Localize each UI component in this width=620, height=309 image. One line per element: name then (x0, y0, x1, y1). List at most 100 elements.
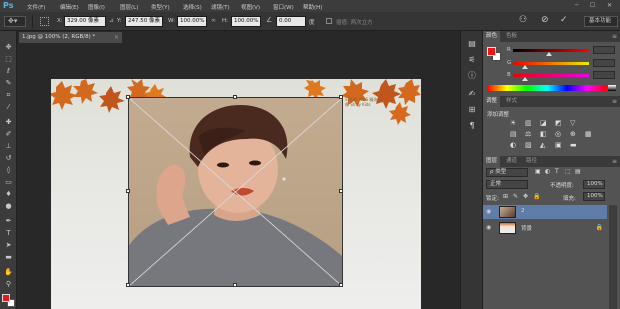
clone-stamp-icon[interactable]: ⊥ (3, 142, 14, 151)
blend-mode-select[interactable]: 正常 (486, 180, 528, 189)
exposure-icon[interactable]: ◩ (555, 119, 562, 127)
warp-mode-icon[interactable]: ⚇ (519, 15, 527, 25)
tab-channels[interactable]: 通道 (503, 156, 520, 167)
color-fg-swatch[interactable] (487, 47, 496, 56)
eyedropper-tool-icon[interactable]: ⁄ (3, 103, 14, 112)
transform-handle-top[interactable] (233, 95, 237, 99)
levels-icon[interactable]: ▥ (525, 119, 532, 127)
color-spectrum-bar[interactable] (487, 85, 607, 91)
invert-icon[interactable]: ◐ (510, 141, 516, 149)
lock-transparent-icon[interactable]: ⊞ (503, 193, 508, 200)
gradient-tool-icon[interactable]: ▭ (3, 178, 14, 187)
blue-slider-thumb[interactable] (522, 77, 528, 81)
brush-tool-icon[interactable]: ✐ (3, 130, 14, 139)
zoom-tool-icon[interactable]: ⚲ (3, 280, 14, 289)
crop-tool-icon[interactable]: ⌗ (3, 91, 14, 100)
color-lookup-icon[interactable]: ▦ (585, 130, 592, 138)
tab-layers[interactable]: 图层 (483, 156, 501, 167)
blue-value-field[interactable] (593, 71, 615, 79)
menu-view[interactable]: 视图(V) (241, 3, 260, 11)
transform-handle-bottom-right[interactable] (339, 283, 343, 287)
filter-shape-icon[interactable]: ⬚ (565, 168, 571, 175)
healing-brush-icon[interactable]: ✚ (3, 118, 14, 127)
hand-tool-icon[interactable]: ✋ (3, 268, 14, 277)
red-value-field[interactable] (593, 46, 615, 54)
filter-adjust-icon[interactable]: ◐ (545, 168, 550, 175)
tab-swatches[interactable]: 色板 (503, 31, 520, 42)
width-field[interactable]: 100.00% (177, 16, 207, 27)
foreground-color-swatch[interactable] (2, 294, 10, 302)
paragraph-panel-icon[interactable]: ¶ (466, 121, 478, 131)
shape-tool-icon[interactable]: ▬ (3, 253, 14, 262)
lock-image-icon[interactable]: ✎ (513, 193, 518, 200)
cancel-transform-icon[interactable]: ⊘ (541, 15, 549, 25)
curves-icon[interactable]: ◪ (540, 119, 547, 127)
panel-menu-icon[interactable]: ≡ (612, 96, 617, 107)
visibility-eye-icon[interactable]: ◉ (486, 224, 491, 231)
transform-handle-top-right[interactable] (339, 95, 343, 99)
photo-filter-icon[interactable]: ◎ (555, 130, 561, 138)
transform-handle-top-left[interactable] (126, 95, 130, 99)
color-balance-icon[interactable]: ⚖ (525, 130, 531, 138)
move-tool-icon[interactable]: ✥ (3, 43, 14, 52)
lock-all-icon[interactable]: 🔒 (533, 193, 540, 200)
opacity-field[interactable]: 100% (583, 180, 605, 189)
spectrum-white-black[interactable] (608, 85, 616, 91)
close-window-button[interactable]: ✕ (604, 2, 615, 10)
x-position-field[interactable]: 329.00 像素 (64, 16, 106, 27)
menu-window[interactable]: 窗口(W) (273, 3, 294, 11)
menu-type[interactable]: 类型(Y) (151, 3, 170, 11)
history-panel-icon[interactable]: ▤ (466, 39, 478, 49)
minimize-button[interactable]: ─ (571, 2, 582, 10)
tab-paths[interactable]: 路径 (523, 156, 540, 167)
filter-type-icon[interactable]: T (555, 168, 559, 175)
black-white-icon[interactable]: ◧ (540, 130, 547, 138)
blur-tool-icon[interactable]: ♦ (3, 190, 14, 199)
chain-link-icon[interactable]: ∞ (211, 17, 216, 24)
transform-handle-bottom[interactable] (233, 283, 237, 287)
properties-panel-icon[interactable]: ⚟ (466, 55, 478, 65)
menu-help[interactable]: 帮助(H) (303, 3, 322, 11)
lasso-tool-icon[interactable]: ℓ (3, 67, 14, 76)
filter-smart-icon[interactable]: ▤ (575, 168, 581, 175)
threshold-icon[interactable]: ◭ (540, 141, 545, 149)
panel-menu-icon[interactable]: ≡ (612, 31, 617, 42)
menu-filter[interactable]: 滤镜(T) (211, 3, 230, 11)
reference-point-icon[interactable] (40, 17, 49, 26)
marquee-tool-icon[interactable]: ⬚ (3, 55, 14, 64)
tab-styles[interactable]: 样式 (503, 96, 520, 107)
menu-select[interactable]: 选择(S) (183, 3, 202, 11)
quick-select-tool-icon[interactable]: ✎ (3, 79, 14, 88)
layer-row-background[interactable]: ◉ 背景 🔒 (483, 221, 607, 235)
maximize-button[interactable]: ☐ (587, 2, 598, 10)
green-value-field[interactable] (593, 59, 615, 67)
layer-name[interactable]: 2 (521, 208, 525, 214)
tab-adjustments[interactable]: 调整 (483, 96, 501, 107)
fill-field[interactable]: 100% (583, 192, 605, 201)
layers-scrollbar[interactable] (609, 205, 617, 309)
y-position-field[interactable]: 247.50 像素 (125, 16, 163, 27)
menu-layer[interactable]: 图层(L) (120, 3, 138, 11)
workspace-select[interactable]: 基本功能 (584, 16, 618, 27)
gradient-map-icon[interactable]: ▬ (570, 141, 577, 149)
filter-pixel-icon[interactable]: ▣ (535, 168, 541, 175)
menu-edit[interactable]: 编辑(E) (60, 3, 79, 11)
menu-file[interactable]: 文件(F) (27, 3, 45, 11)
clone-source-icon[interactable]: ⊞ (466, 105, 478, 115)
green-slider-thumb[interactable] (522, 65, 528, 69)
info-panel-icon[interactable]: ⓘ (466, 71, 478, 81)
height-field[interactable]: 100.00% (231, 16, 261, 27)
brush-panel-icon[interactable]: ✍ (466, 89, 478, 99)
pen-tool-icon[interactable]: ✒ (3, 217, 14, 226)
visibility-eye-icon[interactable]: ◉ (486, 208, 491, 215)
lock-position-icon[interactable]: ✥ (523, 193, 528, 200)
transform-handle-left[interactable] (126, 189, 130, 193)
transform-handle-bottom-left[interactable] (126, 283, 130, 287)
tab-color[interactable]: 颜色 (483, 31, 501, 42)
type-tool-icon[interactable]: T (3, 229, 14, 238)
layer-filter-kind[interactable]: ρ 类型 (486, 168, 528, 177)
path-select-tool-icon[interactable]: ➤ (3, 241, 14, 250)
interpolation-checkbox[interactable] (326, 18, 332, 24)
link-icon[interactable]: ⊿ (109, 17, 114, 24)
layer-name[interactable]: 背景 (521, 224, 532, 232)
